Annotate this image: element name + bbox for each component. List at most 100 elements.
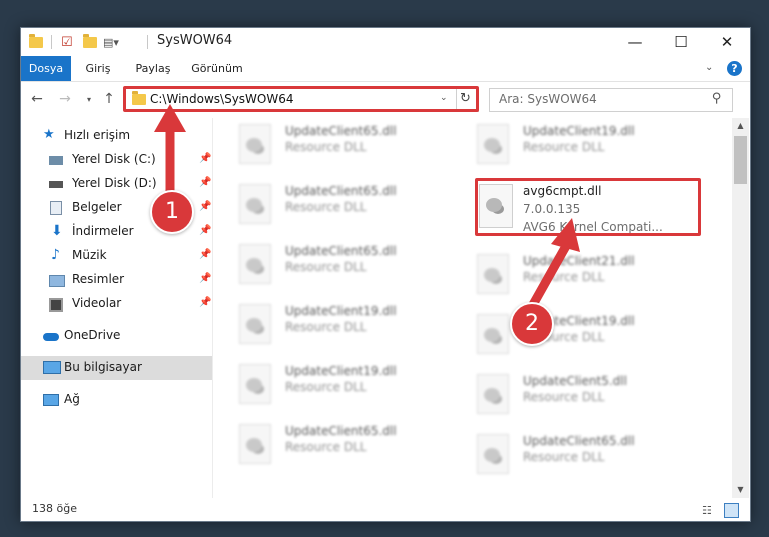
document-icon [50, 201, 62, 215]
drive-icon [49, 156, 63, 165]
properties-icon[interactable]: ☑ [61, 34, 73, 50]
file-description: Resource DLL [523, 450, 605, 464]
sidebar-item-network[interactable]: Ağ [21, 388, 213, 412]
sidebar-item-label: Videolar [72, 296, 122, 310]
dll-file-icon [239, 304, 271, 344]
item-count: 138 öğe [32, 502, 77, 515]
pin-icon[interactable]: 📌 [199, 249, 211, 260]
folder-icon [29, 33, 43, 50]
sidebar-item-label: Hızlı erişim [64, 128, 131, 142]
pin-icon[interactable]: 📌 [199, 201, 211, 212]
tab-view[interactable]: Görünüm [187, 56, 247, 81]
dll-file-icon [239, 364, 271, 404]
pin-icon[interactable]: 📌 [199, 297, 211, 308]
file-name: UpdateClient5.dll [523, 374, 627, 388]
sidebar-item-label: Resimler [72, 272, 125, 286]
scroll-up-icon[interactable]: ▲ [732, 118, 749, 134]
dll-file-icon [477, 124, 509, 164]
minimize-button[interactable]: — [612, 28, 658, 56]
pin-icon[interactable]: 📌 [199, 153, 211, 164]
file-tile[interactable]: UpdateClient5.dll Resource DLL [457, 368, 687, 420]
download-icon: ⬇ [51, 223, 63, 239]
sidebar-item-this-pc[interactable]: Bu bilgisayar [21, 356, 213, 380]
file-description: Resource DLL [285, 140, 367, 154]
close-button[interactable]: ✕ [704, 28, 750, 56]
file-tile[interactable]: UpdateClient65.dll Resource DLL [219, 118, 449, 170]
navigation-pane: ★ Hızlı erişim Yerel Disk (C:) 📌 Yerel D… [21, 118, 213, 498]
sidebar-item-music[interactable]: ♪ Müzik 📌 [21, 244, 213, 268]
file-tile[interactable]: UpdateClient19.dll Resource DLL [219, 358, 449, 410]
pin-icon[interactable]: 📌 [199, 177, 211, 188]
video-icon [49, 298, 63, 312]
vertical-scrollbar[interactable]: ▲ ▼ [732, 118, 749, 498]
sidebar-item-videos[interactable]: Videolar 📌 [21, 292, 213, 316]
file-name: UpdateClient19.dll [285, 304, 397, 318]
tab-home[interactable]: Giriş [79, 56, 117, 81]
cloud-icon [43, 333, 59, 341]
sidebar-item-onedrive[interactable]: OneDrive [21, 324, 213, 348]
status-bar: 138 öğe ☷ [21, 499, 750, 521]
sidebar-item-quick-access[interactable]: ★ Hızlı erişim [21, 124, 213, 148]
file-tile[interactable]: UpdateClient65.dll Resource DLL [219, 418, 449, 470]
scroll-down-icon[interactable]: ▼ [732, 482, 749, 498]
tab-file[interactable]: Dosya [21, 56, 71, 81]
tiles-view-icon[interactable] [724, 503, 739, 518]
file-name: UpdateClient65.dll [285, 424, 397, 438]
dll-file-icon [239, 424, 271, 464]
maximize-button[interactable]: ☐ [658, 28, 704, 56]
scroll-thumb[interactable] [734, 136, 747, 184]
file-highlight-box [475, 178, 701, 236]
dll-file-icon [477, 254, 509, 294]
file-list: UpdateClient65.dll Resource DLL UpdateCl… [219, 118, 731, 498]
search-placeholder: Ara: SysWOW64 [499, 92, 597, 106]
search-icon[interactable]: ⚲ [712, 91, 722, 106]
file-description: Resource DLL [285, 260, 367, 274]
file-tile[interactable]: UpdateClient65.dll Resource DLL [219, 178, 449, 230]
file-name: UpdateClient19.dll [523, 124, 635, 138]
drive-icon [49, 181, 63, 188]
sidebar-item-local-disk-c[interactable]: Yerel Disk (C:) 📌 [21, 148, 213, 172]
tab-share[interactable]: Paylaş [129, 56, 177, 81]
forward-arrow-icon[interactable]: → [55, 90, 75, 108]
network-icon [43, 394, 59, 406]
file-tile[interactable]: UpdateClient21.dll Resource DLL [457, 248, 687, 300]
customize-toolbar-icon[interactable]: ▤▾ [103, 34, 119, 50]
pin-icon[interactable]: 📌 [199, 273, 211, 284]
divider [147, 35, 148, 49]
sidebar-item-label: Yerel Disk (C:) [72, 152, 156, 166]
file-tile[interactable]: UpdateClient19.dll Resource DLL [457, 118, 687, 170]
pin-icon[interactable]: 📌 [199, 225, 211, 236]
up-arrow-icon[interactable]: ↑ [99, 90, 119, 108]
dll-file-icon [239, 124, 271, 164]
dll-file-icon [477, 434, 509, 474]
file-description: Resource DLL [285, 320, 367, 334]
file-tile[interactable]: UpdateClient65.dll Resource DLL [457, 428, 687, 480]
file-name: UpdateClient65.dll [285, 124, 397, 138]
file-description: Resource DLL [523, 270, 605, 284]
help-icon[interactable]: ? [727, 61, 742, 76]
details-view-icon[interactable]: ☷ [702, 504, 712, 517]
expand-ribbon-icon[interactable]: ⌄ [705, 62, 713, 73]
sidebar-item-local-disk-d[interactable]: Yerel Disk (D:) 📌 [21, 172, 213, 196]
dll-file-icon [477, 314, 509, 354]
sidebar-item-label: Bu bilgisayar [64, 360, 142, 374]
music-icon: ♪ [51, 247, 60, 263]
sidebar-item-label: Ağ [64, 392, 80, 406]
step-callout-2: 2 [510, 302, 554, 346]
file-name: UpdateClient21.dll [523, 254, 635, 268]
star-icon: ★ [43, 127, 55, 142]
file-description: Resource DLL [285, 200, 367, 214]
ribbon: Dosya Giriş Paylaş Görünüm ⌄ ? [21, 56, 750, 82]
title-bar: ☑ ▤▾ SysWOW64 — ☐ ✕ [21, 28, 750, 56]
navigation-bar: ← → ▾ ↑ C:\Windows\SysWOW64 ⌄ ↻ Ara: Sys… [21, 82, 750, 116]
new-folder-icon[interactable] [83, 33, 97, 50]
file-tile[interactable]: UpdateClient65.dll Resource DLL [219, 238, 449, 290]
search-field[interactable]: Ara: SysWOW64 ⚲ [489, 88, 733, 112]
sidebar-item-pictures[interactable]: Resimler 📌 [21, 268, 213, 292]
back-arrow-icon[interactable]: ← [27, 90, 47, 108]
file-name: UpdateClient65.dll [523, 434, 635, 448]
file-tile[interactable]: UpdateClient19.dll Resource DLL [457, 308, 687, 360]
recent-locations-icon[interactable]: ▾ [79, 90, 99, 108]
file-tile[interactable]: UpdateClient19.dll Resource DLL [219, 298, 449, 350]
dll-file-icon [477, 374, 509, 414]
